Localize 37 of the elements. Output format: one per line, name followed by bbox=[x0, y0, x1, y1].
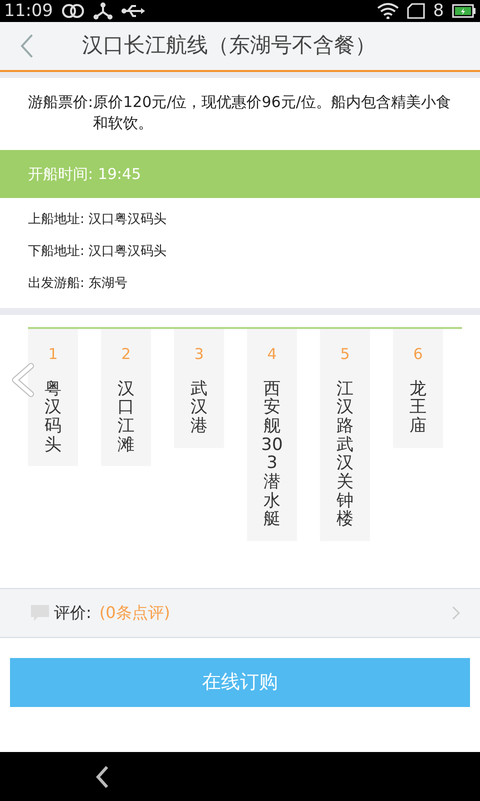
scroll-left-button[interactable] bbox=[12, 363, 34, 397]
stop-number: 6 bbox=[413, 344, 423, 365]
nav-back-button[interactable] bbox=[95, 764, 109, 788]
price-text: 原价120元/位，现优惠价96元/位。船内包含精美小食和软饮。 bbox=[93, 92, 452, 134]
info-text: 上船地址: 汉口粤汉码头 bbox=[28, 212, 167, 227]
info-text: 下船地址: 汉口粤汉码头 bbox=[28, 244, 167, 259]
back-icon bbox=[95, 764, 109, 788]
stop-name: 龙王庙 bbox=[408, 380, 428, 436]
stop-name: 粤汉码头 bbox=[44, 380, 62, 454]
stop-number: 5 bbox=[340, 344, 350, 365]
stop-name: 江汉路武汉关钟楼 bbox=[336, 380, 354, 529]
comment-icon bbox=[30, 604, 50, 622]
info-text: 出发游船: 东湖号 bbox=[28, 276, 128, 291]
battery-icon bbox=[452, 4, 476, 18]
stop-number: 3 bbox=[194, 344, 204, 365]
back-button[interactable] bbox=[20, 33, 34, 59]
sim-card-icon bbox=[407, 3, 426, 19]
status-time: 11:09 bbox=[4, 0, 53, 22]
price-label: 游船票价: bbox=[28, 92, 94, 113]
stop-number: 2 bbox=[121, 344, 131, 365]
usb-icon bbox=[121, 4, 145, 18]
notification-count: 8 bbox=[433, 0, 444, 22]
stop-number: 4 bbox=[267, 344, 277, 365]
stop-name: 西安舰303潜水艇 bbox=[260, 380, 284, 529]
departure-time: 开船时间: 19:45 bbox=[28, 164, 142, 185]
stop-number: 1 bbox=[48, 344, 58, 365]
page-title: 汉口长江航线（东湖号不含餐） bbox=[82, 32, 376, 60]
back-icon bbox=[20, 33, 34, 59]
network-icon bbox=[93, 2, 113, 20]
review-row[interactable]: 评价: (0条点评) bbox=[0, 588, 480, 638]
review-count: (0条点评) bbox=[99, 602, 170, 624]
review-label: 评价: bbox=[54, 602, 92, 624]
chevron-right-icon bbox=[452, 606, 460, 620]
wifi-icon bbox=[377, 3, 400, 19]
link-rings-icon bbox=[61, 3, 85, 19]
stop-name: 汉口江滩 bbox=[116, 380, 136, 454]
stop-name: 武汉港 bbox=[190, 380, 208, 436]
